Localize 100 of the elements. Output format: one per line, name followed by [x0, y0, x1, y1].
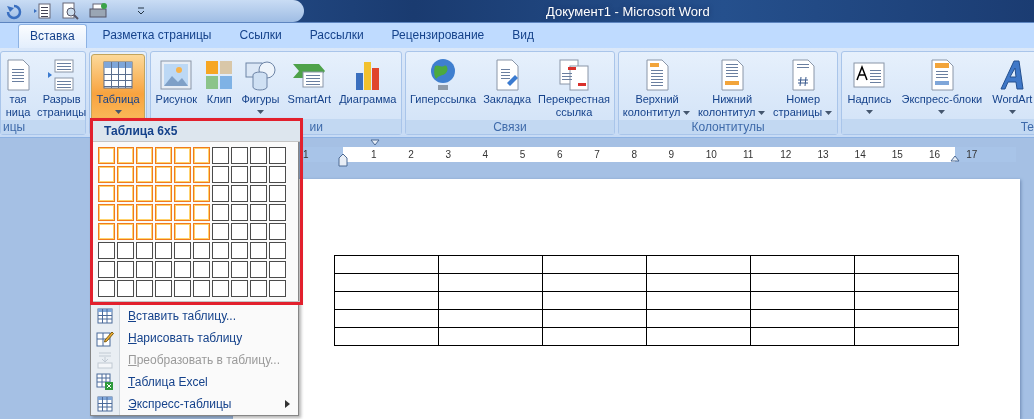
- grid-cell[interactable]: [174, 204, 191, 221]
- grid-cell[interactable]: [155, 261, 172, 278]
- ribbon-tab[interactable]: Вставка: [18, 24, 87, 48]
- ribbon-tab[interactable]: Разметка страницы: [90, 23, 224, 48]
- grid-cell[interactable]: [174, 242, 191, 259]
- grid-cell[interactable]: [250, 280, 267, 297]
- grid-cell[interactable]: [155, 223, 172, 240]
- grid-cell[interactable]: [136, 185, 153, 202]
- grid-cell[interactable]: [193, 261, 210, 278]
- grid-cell[interactable]: [155, 204, 172, 221]
- grid-cell[interactable]: [212, 204, 229, 221]
- grid-cell[interactable]: [174, 280, 191, 297]
- grid-cell[interactable]: [231, 204, 248, 221]
- grid-cell[interactable]: [250, 147, 267, 164]
- grid-cell[interactable]: [136, 280, 153, 297]
- grid-cell[interactable]: [212, 242, 229, 259]
- grid-cell[interactable]: [155, 242, 172, 259]
- grid-cell[interactable]: [269, 242, 286, 259]
- list-icon[interactable]: [32, 2, 52, 20]
- ribbon-button[interactable]: Перекрестная ссылка: [535, 54, 613, 120]
- ribbon-button[interactable]: Нижний колонтитул: [695, 54, 770, 120]
- grid-cell[interactable]: [212, 166, 229, 183]
- grid-cell[interactable]: [250, 223, 267, 240]
- grid-cell[interactable]: [231, 166, 248, 183]
- ribbon-button[interactable]: Закладка: [480, 54, 534, 120]
- grid-cell[interactable]: [174, 147, 191, 164]
- ribbon-button[interactable]: Гиперссылка: [407, 54, 480, 120]
- grid-cell[interactable]: [212, 280, 229, 297]
- grid-cell[interactable]: [98, 185, 115, 202]
- grid-cell[interactable]: [98, 261, 115, 278]
- grid-cell[interactable]: [193, 223, 210, 240]
- ribbon-button[interactable]: Экспресс-блоки: [896, 54, 987, 119]
- grid-cell[interactable]: [231, 242, 248, 259]
- left-indent-marker[interactable]: [338, 152, 348, 167]
- grid-cell[interactable]: [155, 147, 172, 164]
- ribbon-button[interactable]: Надпись: [843, 54, 896, 119]
- grid-cell[interactable]: [269, 147, 286, 164]
- ribbon-button[interactable]: SmartArt: [284, 54, 335, 119]
- ribbon-tab[interactable]: Рецензирование: [379, 23, 497, 48]
- grid-cell[interactable]: [117, 185, 134, 202]
- grid-cell[interactable]: [231, 223, 248, 240]
- grid-cell[interactable]: [136, 261, 153, 278]
- grid-cell[interactable]: [117, 261, 134, 278]
- grid-cell[interactable]: [155, 280, 172, 297]
- ribbon-button[interactable]: Рисунок: [152, 54, 201, 119]
- ribbon-button[interactable]: Разрыв страницы: [35, 54, 89, 120]
- ribbon-button[interactable]: WordArt: [987, 54, 1034, 119]
- right-indent-marker[interactable]: [950, 153, 960, 162]
- ribbon-tab[interactable]: Рассылки: [297, 23, 376, 48]
- grid-cell[interactable]: [98, 147, 115, 164]
- grid-cell[interactable]: [117, 166, 134, 183]
- redo-icon[interactable]: [4, 2, 24, 20]
- grid-cell[interactable]: [155, 166, 172, 183]
- grid-cell[interactable]: [269, 223, 286, 240]
- grid-cell[interactable]: [136, 204, 153, 221]
- ribbon-button[interactable]: Фигуры: [237, 54, 283, 119]
- ribbon-button[interactable]: Номер страницы: [770, 54, 836, 120]
- grid-cell[interactable]: [250, 185, 267, 202]
- grid-cell[interactable]: [212, 185, 229, 202]
- grid-cell[interactable]: [250, 166, 267, 183]
- print-preview-icon[interactable]: [60, 2, 80, 20]
- grid-cell[interactable]: [212, 223, 229, 240]
- grid-cell[interactable]: [269, 204, 286, 221]
- grid-cell[interactable]: [193, 185, 210, 202]
- grid-cell[interactable]: [155, 185, 172, 202]
- grid-cell[interactable]: [250, 261, 267, 278]
- grid-cell[interactable]: [269, 166, 286, 183]
- grid-cell[interactable]: [250, 242, 267, 259]
- grid-cell[interactable]: [98, 223, 115, 240]
- grid-cell[interactable]: [136, 223, 153, 240]
- grid-cell[interactable]: [174, 223, 191, 240]
- grid-cell[interactable]: [117, 242, 134, 259]
- ribbon-button[interactable]: Клип: [201, 54, 237, 119]
- grid-cell[interactable]: [193, 280, 210, 297]
- grid-cell[interactable]: [174, 261, 191, 278]
- grid-cell[interactable]: [250, 204, 267, 221]
- grid-cell[interactable]: [136, 166, 153, 183]
- grid-cell[interactable]: [117, 223, 134, 240]
- grid-cell[interactable]: [193, 242, 210, 259]
- grid-cell[interactable]: [193, 204, 210, 221]
- grid-cell[interactable]: [193, 147, 210, 164]
- print-icon[interactable]: [88, 2, 108, 20]
- grid-cell[interactable]: [136, 147, 153, 164]
- grid-cell[interactable]: [117, 204, 134, 221]
- grid-cell[interactable]: [212, 147, 229, 164]
- grid-cell[interactable]: [193, 166, 210, 183]
- grid-cell[interactable]: [269, 185, 286, 202]
- grid-cell[interactable]: [98, 242, 115, 259]
- customize-caret-icon[interactable]: [136, 6, 146, 16]
- ribbon-tab[interactable]: Вид: [500, 23, 546, 48]
- ribbon-button[interactable]: Диаграмма: [335, 54, 400, 119]
- grid-cell[interactable]: [174, 166, 191, 183]
- grid-cell[interactable]: [231, 261, 248, 278]
- grid-cell[interactable]: [117, 147, 134, 164]
- ribbon-tab[interactable]: Ссылки: [227, 23, 294, 48]
- grid-cell[interactable]: [231, 280, 248, 297]
- grid-cell[interactable]: [98, 166, 115, 183]
- grid-cell[interactable]: [269, 280, 286, 297]
- grid-cell[interactable]: [212, 261, 229, 278]
- grid-cell[interactable]: [231, 185, 248, 202]
